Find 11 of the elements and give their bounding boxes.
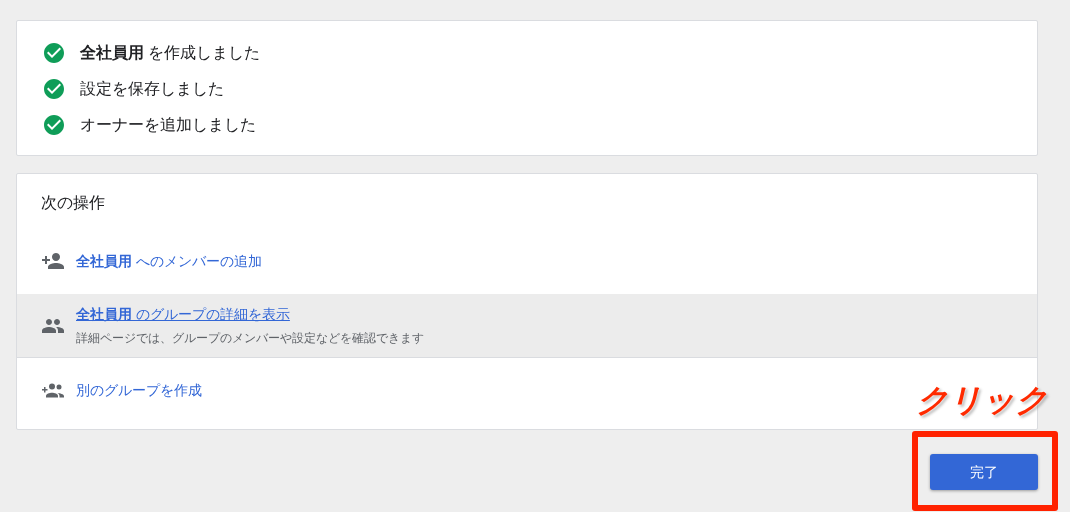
- action-link[interactable]: 全社員用 のグループの詳細を表示: [76, 304, 424, 325]
- action-description: 詳細ページでは、グループのメンバーや設定などを確認できます: [76, 330, 424, 347]
- annotation-text: クリック: [916, 381, 1048, 420]
- action-item[interactable]: 全社員用 のグループの詳細を表示 詳細ページでは、グループのメンバーや設定などを確認できます: [17, 294, 1037, 358]
- done-button[interactable]: 完了: [930, 454, 1038, 490]
- result-text: 設定を保存しました: [80, 79, 224, 99]
- result-text: オーナーを追加しました: [80, 115, 256, 135]
- result-text: 全社員用 を作成しました: [80, 43, 261, 63]
- action-link[interactable]: 別のグループを作成: [76, 379, 202, 401]
- action-link[interactable]: 全社員用 へのメンバーの追加: [76, 250, 262, 272]
- card-title: 次の操作: [40, 193, 106, 213]
